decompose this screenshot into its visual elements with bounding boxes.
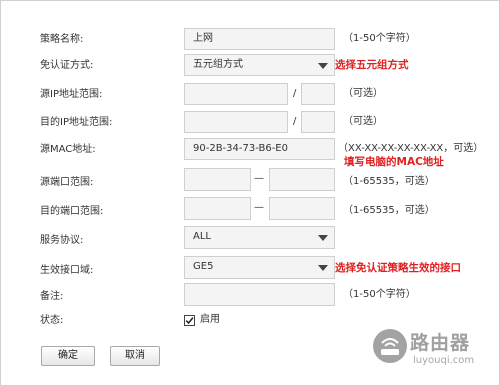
src-mac-label: 源MAC地址: (40, 144, 96, 155)
cancel-button[interactable]: 取消 (110, 346, 160, 366)
effective-zone-label: 生效接口域: (40, 265, 94, 276)
dst-ip-separator: / (293, 116, 297, 127)
remark-label: 备注: (40, 291, 64, 302)
dropdown-arrow-icon (318, 235, 328, 241)
auth-free-mode-note: 选择五元组方式 (335, 59, 409, 71)
watermark-url: luyouqi.com (413, 355, 475, 366)
src-port-start-input[interactable] (184, 168, 251, 191)
watermark: 路由器 luyouqi.com (373, 326, 493, 378)
policy-name-input[interactable]: 上网 (184, 28, 335, 50)
dst-port-range-label: 目的端口范围: (40, 206, 104, 217)
watermark-title: 路由器 (410, 332, 471, 354)
src-ip-start-input[interactable] (184, 83, 288, 105)
effective-zone-select[interactable]: GE5 (184, 256, 335, 279)
src-mac-input[interactable]: 90-2B-34-73-B6-E0 (184, 138, 335, 160)
src-ip-separator: / (293, 88, 297, 99)
src-port-range-label: 源端口范围: (40, 177, 94, 188)
dropdown-arrow-icon (318, 63, 328, 69)
src-mac-note: 填写电脑的MAC地址 (344, 156, 444, 168)
dst-port-range-hint: （1-65535，可选） (343, 205, 435, 216)
dst-port-end-input[interactable] (269, 197, 335, 220)
dst-ip-end-input[interactable] (301, 111, 335, 133)
remark-input[interactable] (184, 283, 335, 306)
remark-hint: （1-50个字符） (343, 289, 416, 300)
router-logo-icon (373, 329, 407, 363)
src-port-separator: — (254, 173, 264, 184)
status-label: 状态: (40, 315, 64, 326)
checkmark-icon (185, 317, 194, 325)
dst-port-separator: — (254, 202, 264, 213)
dst-port-start-input[interactable] (184, 197, 251, 220)
dst-ip-range-label: 目的IP地址范围: (40, 117, 113, 128)
effective-zone-note: 选择免认证策略生效的接口 (335, 262, 461, 274)
protocol-value: ALL (193, 231, 211, 242)
dropdown-arrow-icon (318, 265, 328, 271)
src-ip-range-label: 源IP地址范围: (40, 89, 103, 100)
protocol-select[interactable]: ALL (184, 226, 335, 249)
dst-ip-start-input[interactable] (184, 111, 288, 133)
status-enable-checkbox[interactable] (184, 315, 195, 326)
src-ip-range-hint: （可选） (343, 88, 383, 99)
ok-button[interactable]: 确定 (41, 346, 95, 366)
src-ip-end-input[interactable] (301, 83, 335, 105)
auth-free-mode-select[interactable]: 五元组方式 (184, 54, 335, 76)
protocol-label: 服务协议: (40, 235, 84, 246)
src-port-range-hint: （1-65535，可选） (343, 176, 435, 187)
policy-name-label: 策略名称: (40, 34, 84, 45)
policy-name-hint: （1-50个字符） (343, 33, 416, 44)
dst-ip-range-hint: （可选） (343, 116, 383, 127)
auth-free-mode-value: 五元组方式 (193, 59, 243, 70)
status-enable-label: 启用 (200, 314, 220, 325)
auth-free-mode-label: 免认证方式: (40, 60, 94, 71)
src-port-end-input[interactable] (269, 168, 335, 191)
effective-zone-value: GE5 (193, 261, 214, 272)
